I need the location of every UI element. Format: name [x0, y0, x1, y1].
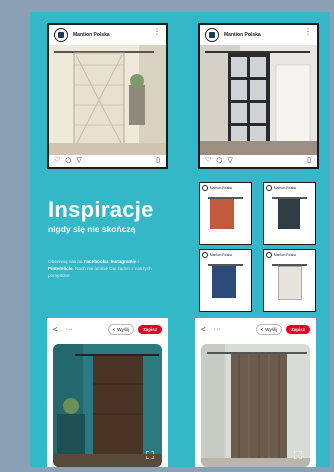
- post-header: Mantion Polska ⋮: [49, 25, 166, 45]
- save-button[interactable]: Zapisz: [285, 324, 310, 334]
- instagram-post-1[interactable]: Mantion Polska ⋮ ♡ ○ ▽ ▯: [47, 23, 168, 169]
- avatar: [266, 252, 272, 258]
- avatar[interactable]: [54, 28, 68, 42]
- post-photo[interactable]: [49, 45, 166, 155]
- share-button[interactable]: < Wyślij: [255, 323, 282, 335]
- mini-post-3[interactable]: Mantion Polska: [199, 249, 252, 312]
- subheadline: nigdy się nie skończą: [48, 224, 136, 234]
- pin-toolbar: < ··· < Wyślij Zapisz: [47, 318, 168, 340]
- share-label: Wyślij: [117, 326, 129, 332]
- mini-post-header: Mantion Polska: [200, 183, 251, 193]
- door-photo: [278, 199, 300, 229]
- avatar: [202, 252, 208, 258]
- more-vertical-icon[interactable]: ⋮: [153, 28, 161, 36]
- mini-post-header: Mantion Polska: [264, 250, 315, 260]
- account-name: Mantion Polska: [210, 186, 232, 190]
- avatar: [202, 185, 208, 191]
- back-icon[interactable]: <: [53, 325, 58, 334]
- page: Mantion Polska ⋮ ♡ ○ ▽ ▯ Mantion Polska …: [0, 0, 334, 472]
- door-photo: [212, 266, 236, 298]
- share-icon: <: [112, 326, 116, 332]
- bookmark-icon[interactable]: ▯: [156, 156, 160, 164]
- heart-icon[interactable]: ♡: [54, 156, 60, 164]
- send-icon[interactable]: ▽: [76, 156, 81, 164]
- facebook-link[interactable]: Facebooku: [84, 259, 108, 264]
- poster-panel: Mantion Polska ⋮ ♡ ○ ▽ ▯ Mantion Polska …: [30, 12, 330, 467]
- account-name[interactable]: Mantion Polska: [224, 32, 261, 38]
- mini-post-2[interactable]: Mantion Polska: [263, 182, 316, 245]
- avatar: [266, 185, 272, 191]
- mini-post-1[interactable]: Mantion Polska: [199, 182, 252, 245]
- save-button[interactable]: Zapisz: [137, 324, 162, 334]
- pinterest-link[interactable]: Pintereście: [48, 266, 73, 271]
- comment-icon[interactable]: ○: [216, 156, 222, 164]
- headline: Inspiracje: [48, 197, 154, 222]
- more-icon[interactable]: ···: [66, 326, 73, 333]
- post-actions: ♡ ○ ▽ ▯: [200, 153, 317, 167]
- account-name: Mantion Polska: [274, 186, 296, 190]
- pinterest-pin-1[interactable]: < ··· < Wyślij Zapisz: [47, 318, 168, 467]
- instagram-link[interactable]: Instagramie: [111, 259, 137, 264]
- send-icon[interactable]: ▽: [227, 156, 232, 164]
- post-header: Mantion Polska ⋮: [200, 25, 317, 45]
- share-icon: <: [260, 326, 264, 332]
- follow-text-sep: i: [136, 259, 139, 264]
- account-name: Mantion Polska: [274, 253, 296, 257]
- avatar[interactable]: [205, 28, 219, 42]
- account-name[interactable]: Mantion Polska: [73, 32, 110, 38]
- mini-post-header: Mantion Polska: [264, 183, 315, 193]
- expand-icon[interactable]: [146, 451, 154, 459]
- follow-text: Obserwuj nas na: [48, 259, 84, 264]
- more-vertical-icon[interactable]: ⋮: [304, 28, 312, 36]
- follow-paragraph: Obserwuj nas na Facebooku, Instagramie i…: [48, 258, 158, 279]
- post-actions: ♡ ○ ▽ ▯: [49, 153, 166, 167]
- door-photo: [210, 199, 234, 229]
- account-name: Mantion Polska: [210, 253, 232, 257]
- share-label: Wyślij: [265, 326, 277, 332]
- pin-toolbar: < ··· < Wyślij Zapisz: [195, 318, 316, 340]
- mini-post-4[interactable]: Mantion Polska: [263, 249, 316, 312]
- door-photo: [278, 266, 302, 300]
- mini-post-header: Mantion Polska: [200, 250, 251, 260]
- comment-icon[interactable]: ○: [65, 156, 71, 164]
- pinterest-pin-2[interactable]: < ··· < Wyślij Zapisz: [195, 318, 316, 467]
- share-button[interactable]: < Wyślij: [107, 323, 134, 335]
- more-icon[interactable]: ···: [214, 326, 221, 333]
- instagram-post-2[interactable]: Mantion Polska ⋮ ♡ ○ ▽ ▯: [198, 23, 319, 169]
- heart-icon[interactable]: ♡: [205, 156, 211, 164]
- pin-photo[interactable]: [53, 344, 162, 467]
- post-photo[interactable]: [200, 45, 317, 155]
- expand-icon[interactable]: [294, 451, 302, 459]
- bookmark-icon[interactable]: ▯: [307, 156, 311, 164]
- pin-photo[interactable]: [201, 344, 310, 467]
- back-icon[interactable]: <: [201, 325, 206, 334]
